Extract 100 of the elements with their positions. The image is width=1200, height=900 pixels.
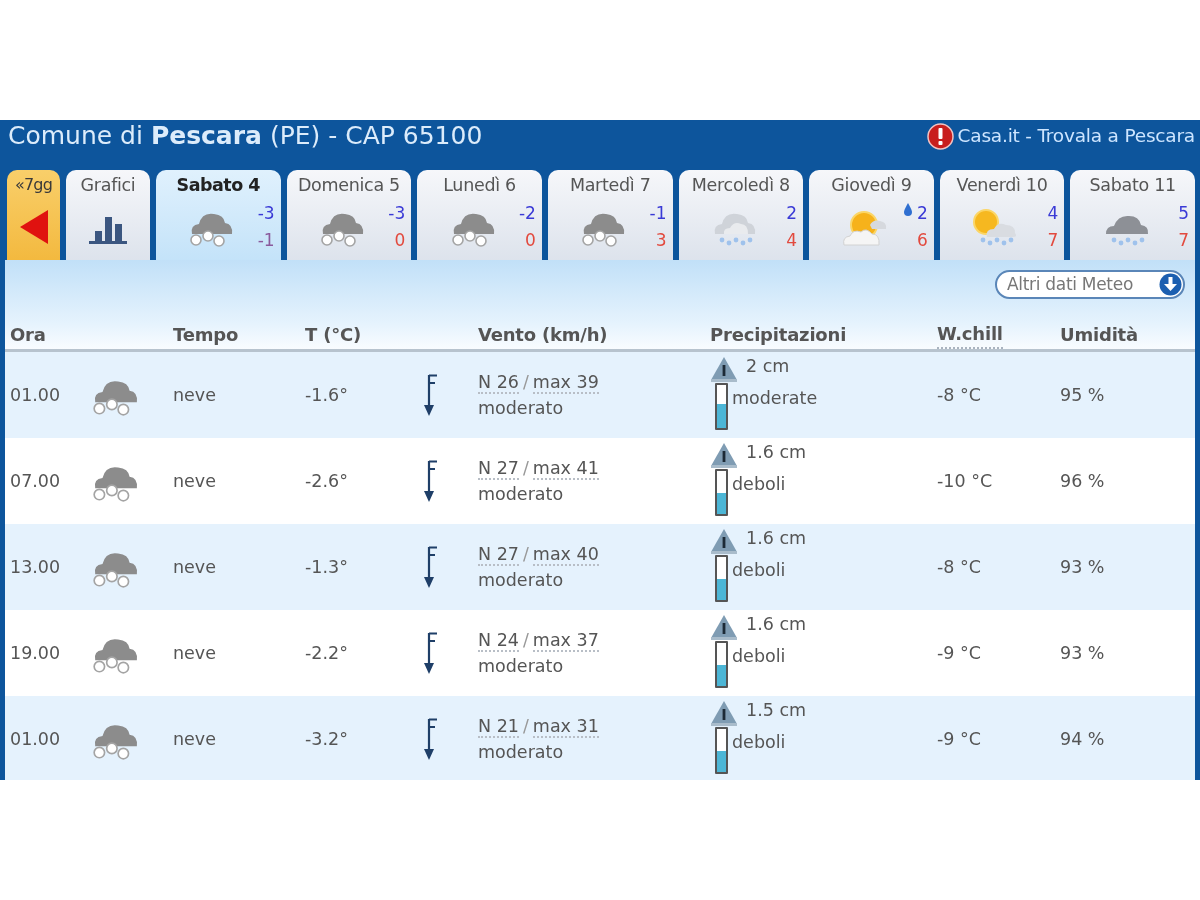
- back-tab[interactable]: «7gg: [7, 170, 60, 260]
- column-header: Ora: [10, 323, 46, 347]
- wind-chill-cell-text: -9 °C: [937, 641, 982, 665]
- weather-cell-text: neve: [173, 727, 217, 751]
- wind-chill-cell-text: -10 °C: [937, 469, 994, 493]
- weather-cell-text: neve: [173, 469, 217, 493]
- charts-tab[interactable]: Grafici: [66, 170, 150, 260]
- wind-gust: max 39: [532, 372, 599, 394]
- temperature-cell-text: -1.3°: [305, 555, 349, 579]
- intensity-text: deboli: [732, 474, 786, 494]
- separator-text: /: [522, 372, 529, 392]
- alert-icon: [926, 122, 954, 150]
- day-tab[interactable]: Giovedì 9 2 6: [809, 170, 934, 260]
- min-temperature: -3: [388, 201, 406, 225]
- wind-arrow-icon: [424, 717, 439, 761]
- separator-text: /: [522, 630, 529, 650]
- time-cell-text: 19.00: [10, 641, 62, 665]
- warning-triangle-icon: [710, 614, 738, 641]
- time-cell-text: 01.00: [10, 727, 62, 751]
- time-cell-text: 07.00: [10, 469, 62, 493]
- snow-amount: 2 cm: [746, 356, 790, 376]
- more-data-button[interactable]: Altri dati Meteo: [995, 270, 1185, 299]
- day-tab[interactable]: Mercoledì 8 2 4: [678, 170, 804, 260]
- max-temperature: 0: [394, 228, 406, 252]
- max-temperature: -1: [257, 228, 275, 252]
- wind-arrow-icon: [424, 545, 439, 589]
- wind-strength: moderato: [478, 398, 564, 418]
- wind-strength: moderato: [478, 656, 564, 676]
- warning-triangle-icon: [710, 700, 738, 727]
- wind-gust: max 31: [532, 716, 599, 738]
- wind-speed: N 24: [478, 630, 519, 652]
- wind-chill-cell-text: -8 °C: [937, 383, 982, 407]
- wind-gust: max 40: [532, 544, 599, 566]
- humidity-cell-text: 94 %: [1060, 727, 1106, 751]
- separator-text: /: [522, 544, 529, 564]
- day-tab[interactable]: Venerdì 10 4 7: [939, 170, 1065, 260]
- left-arrow-icon: [18, 208, 49, 245]
- temperature-cell-text: -1.6°: [305, 383, 349, 407]
- humidity-cell-text: 95 %: [1060, 383, 1106, 407]
- intensity-text: deboli: [732, 732, 786, 752]
- wind-chill-cell-text: -8 °C: [937, 555, 982, 579]
- day-tab[interactable]: Martedì 7 -1 3: [547, 170, 673, 260]
- wind-strength: moderato: [478, 742, 564, 762]
- intensity-text: deboli: [732, 560, 786, 580]
- day-tab[interactable]: Sabato 4 -3 -1: [156, 170, 281, 260]
- wind-arrow-icon: [424, 631, 439, 675]
- weather-cell-text: neve: [173, 383, 217, 407]
- wind-strength: moderato: [478, 570, 564, 590]
- wind-speed: N 21: [478, 716, 519, 738]
- min-temperature: 2: [916, 201, 928, 225]
- wind-arrow-icon: [424, 373, 439, 417]
- column-header: Precipitazioni: [710, 323, 847, 347]
- column-header: T (°C): [305, 323, 361, 347]
- separator-text: /: [522, 458, 529, 478]
- header-link[interactable]: Casa.it - Trovala a Pescara: [957, 120, 1195, 152]
- min-temperature: 2: [786, 201, 798, 225]
- temperature-cell-text: -2.6°: [305, 469, 349, 493]
- max-temperature: 7: [1178, 228, 1189, 252]
- snow-amount: 1.5 cm: [746, 700, 807, 720]
- day-tab[interactable]: Domenica 5 -3 0: [286, 170, 412, 260]
- day-tab[interactable]: Lunedì 6 -2 0: [417, 170, 542, 260]
- wind-strength: moderato: [478, 484, 564, 504]
- time-cell-text: 01.00: [10, 383, 62, 407]
- time-cell-text: 13.00: [10, 555, 62, 579]
- wind-gust: max 37: [532, 630, 599, 652]
- wind-chill-cell-text: -9 °C: [937, 727, 982, 751]
- min-temperature: -1: [649, 201, 667, 225]
- max-temperature: 4: [786, 228, 798, 252]
- intensity-text: moderate: [732, 388, 818, 408]
- min-temperature: -3: [257, 201, 275, 225]
- intensity-text: deboli: [732, 646, 786, 666]
- humidity-cell-text: 93 %: [1060, 555, 1106, 579]
- humidity-cell-text: 93 %: [1060, 641, 1106, 665]
- weather-cell-text: neve: [173, 641, 217, 665]
- page-title: Comune di Pescara (PE) - CAP 65100: [8, 120, 483, 152]
- humidity-cell-text: 96 %: [1060, 469, 1106, 493]
- column-header: Umidità: [1060, 323, 1138, 347]
- temperature-cell-text: -2.2°: [305, 641, 349, 665]
- wind-arrow-icon: [424, 459, 439, 503]
- wind-speed: N 27: [478, 544, 519, 566]
- wind-speed: N 26: [478, 372, 519, 394]
- weather-cell-text: neve: [173, 555, 217, 579]
- max-temperature: 0: [525, 228, 536, 252]
- min-temperature: -2: [518, 201, 536, 225]
- max-temperature: 3: [655, 228, 667, 252]
- day-tab[interactable]: Sabato 11 5 7: [1070, 170, 1195, 260]
- separator-text: /: [522, 716, 529, 736]
- min-temperature: 4: [1047, 201, 1059, 225]
- min-temperature: 5: [1178, 201, 1189, 225]
- snow-amount: 1.6 cm: [746, 442, 807, 462]
- column-header: W.chill: [937, 320, 1003, 349]
- max-temperature: 7: [1047, 228, 1059, 252]
- snow-amount: 1.6 cm: [746, 528, 807, 548]
- temperature-cell-text: -3.2°: [305, 727, 349, 751]
- snow-amount: 1.6 cm: [746, 614, 807, 634]
- warning-triangle-icon: [710, 528, 738, 555]
- wind-gust: max 41: [532, 458, 599, 480]
- warning-triangle-icon: [710, 356, 738, 383]
- column-header: Vento (km/h): [478, 323, 608, 347]
- column-header: Tempo: [173, 323, 239, 347]
